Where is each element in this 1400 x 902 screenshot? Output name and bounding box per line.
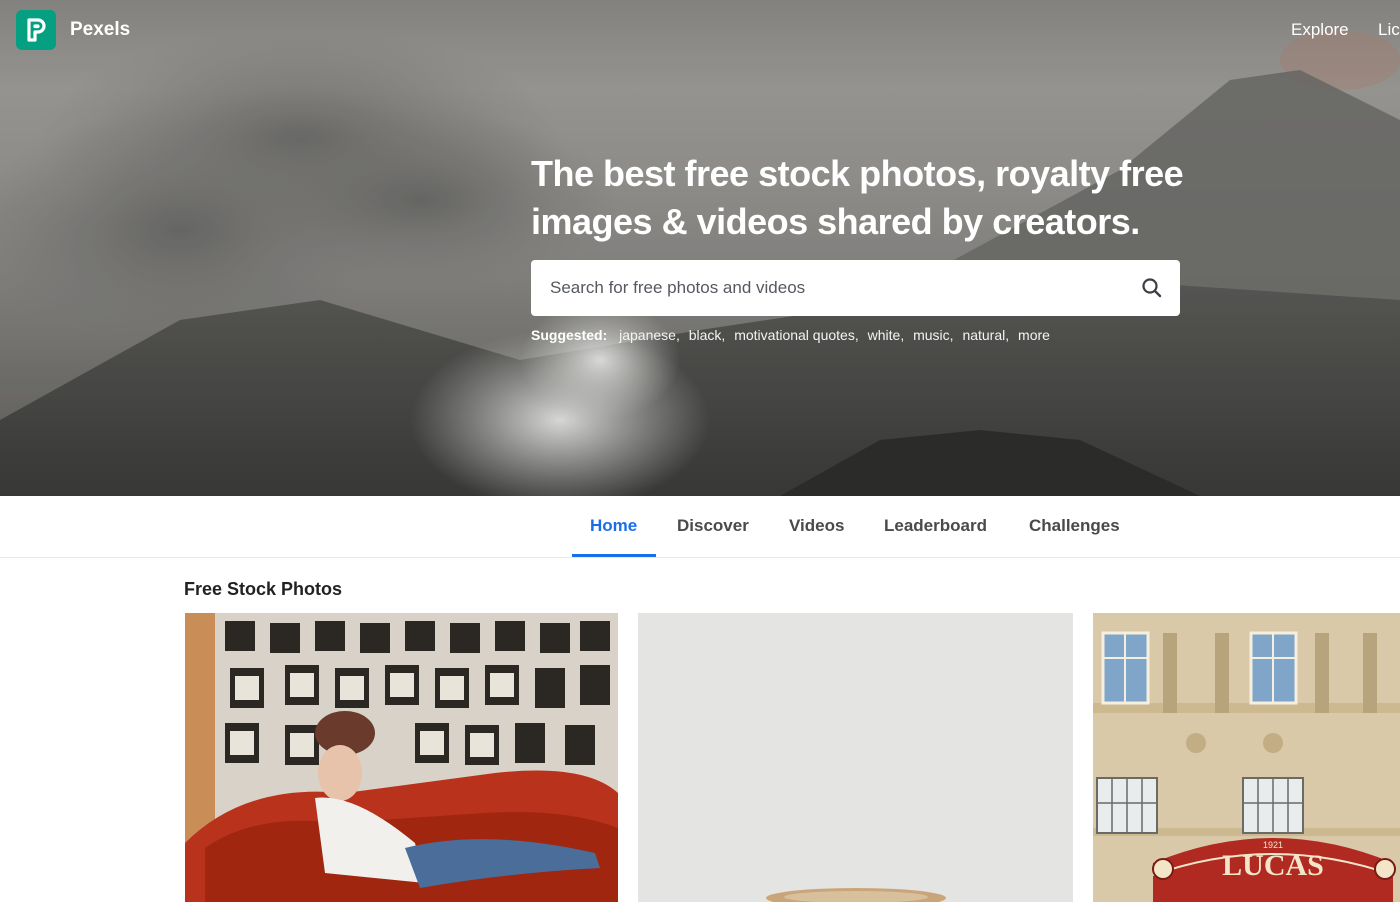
photo-lucas-theatre: LUCAS 1921 (1093, 613, 1400, 902)
section-title: Free Stock Photos (184, 579, 343, 599)
suggested-separator: , (1005, 327, 1010, 343)
photo-card[interactable]: LUCAS 1921 (1093, 613, 1400, 902)
photo-woman-sofa (185, 613, 618, 902)
photo-card[interactable] (638, 613, 1073, 902)
nav-license-link[interactable]: Lic (1378, 20, 1400, 40)
nav-explore-link[interactable]: Explore (1291, 20, 1349, 40)
search-icon (1142, 278, 1162, 298)
lucas-sign-year: 1921 (1263, 840, 1283, 850)
search-bar (531, 260, 1180, 316)
suggested-searches: Suggested: japanese, black, motivational… (531, 327, 1050, 343)
suggested-tag[interactable]: motivational quotes (734, 327, 855, 343)
tab-home[interactable]: Home (590, 516, 637, 536)
tab-challenges[interactable]: Challenges (1029, 516, 1120, 536)
pexels-logo-icon (27, 18, 46, 42)
tab-leaderboard[interactable]: Leaderboard (884, 516, 987, 536)
suggested-label: Suggested: (531, 327, 608, 343)
brand-name[interactable]: Pexels (70, 19, 130, 41)
active-tab-indicator (572, 554, 656, 557)
tab-discover[interactable]: Discover (677, 516, 749, 536)
suggested-tag[interactable]: natural (962, 327, 1005, 343)
suggested-separator: , (675, 327, 680, 343)
lucas-sign-text: LUCAS (1222, 849, 1324, 882)
suggested-separator: , (854, 327, 859, 343)
suggested-separator: , (721, 327, 726, 343)
search-button[interactable] (1140, 276, 1164, 300)
tab-videos[interactable]: Videos (789, 516, 844, 536)
photo-card[interactable] (185, 613, 618, 902)
main-tabs: Home Discover Videos Leaderboard Challen… (0, 496, 1400, 558)
hero-banner: Pexels Explore Lic The best free stock p… (0, 0, 1400, 496)
pexels-logo[interactable] (16, 10, 56, 50)
hero-headline: The best free stock photos, royalty free… (531, 153, 1184, 242)
suggested-tag[interactable]: white (868, 327, 901, 343)
suggested-tag[interactable]: black (689, 327, 722, 343)
suggested-tag[interactable]: music (913, 327, 950, 343)
suggested-more-link[interactable]: more (1018, 327, 1050, 343)
suggested-separator: , (900, 327, 905, 343)
suggested-tag[interactable]: japanese (619, 327, 676, 343)
suggested-separator: , (949, 327, 954, 343)
photo-coffee-cup (638, 613, 1073, 902)
search-input[interactable] (548, 267, 1112, 309)
